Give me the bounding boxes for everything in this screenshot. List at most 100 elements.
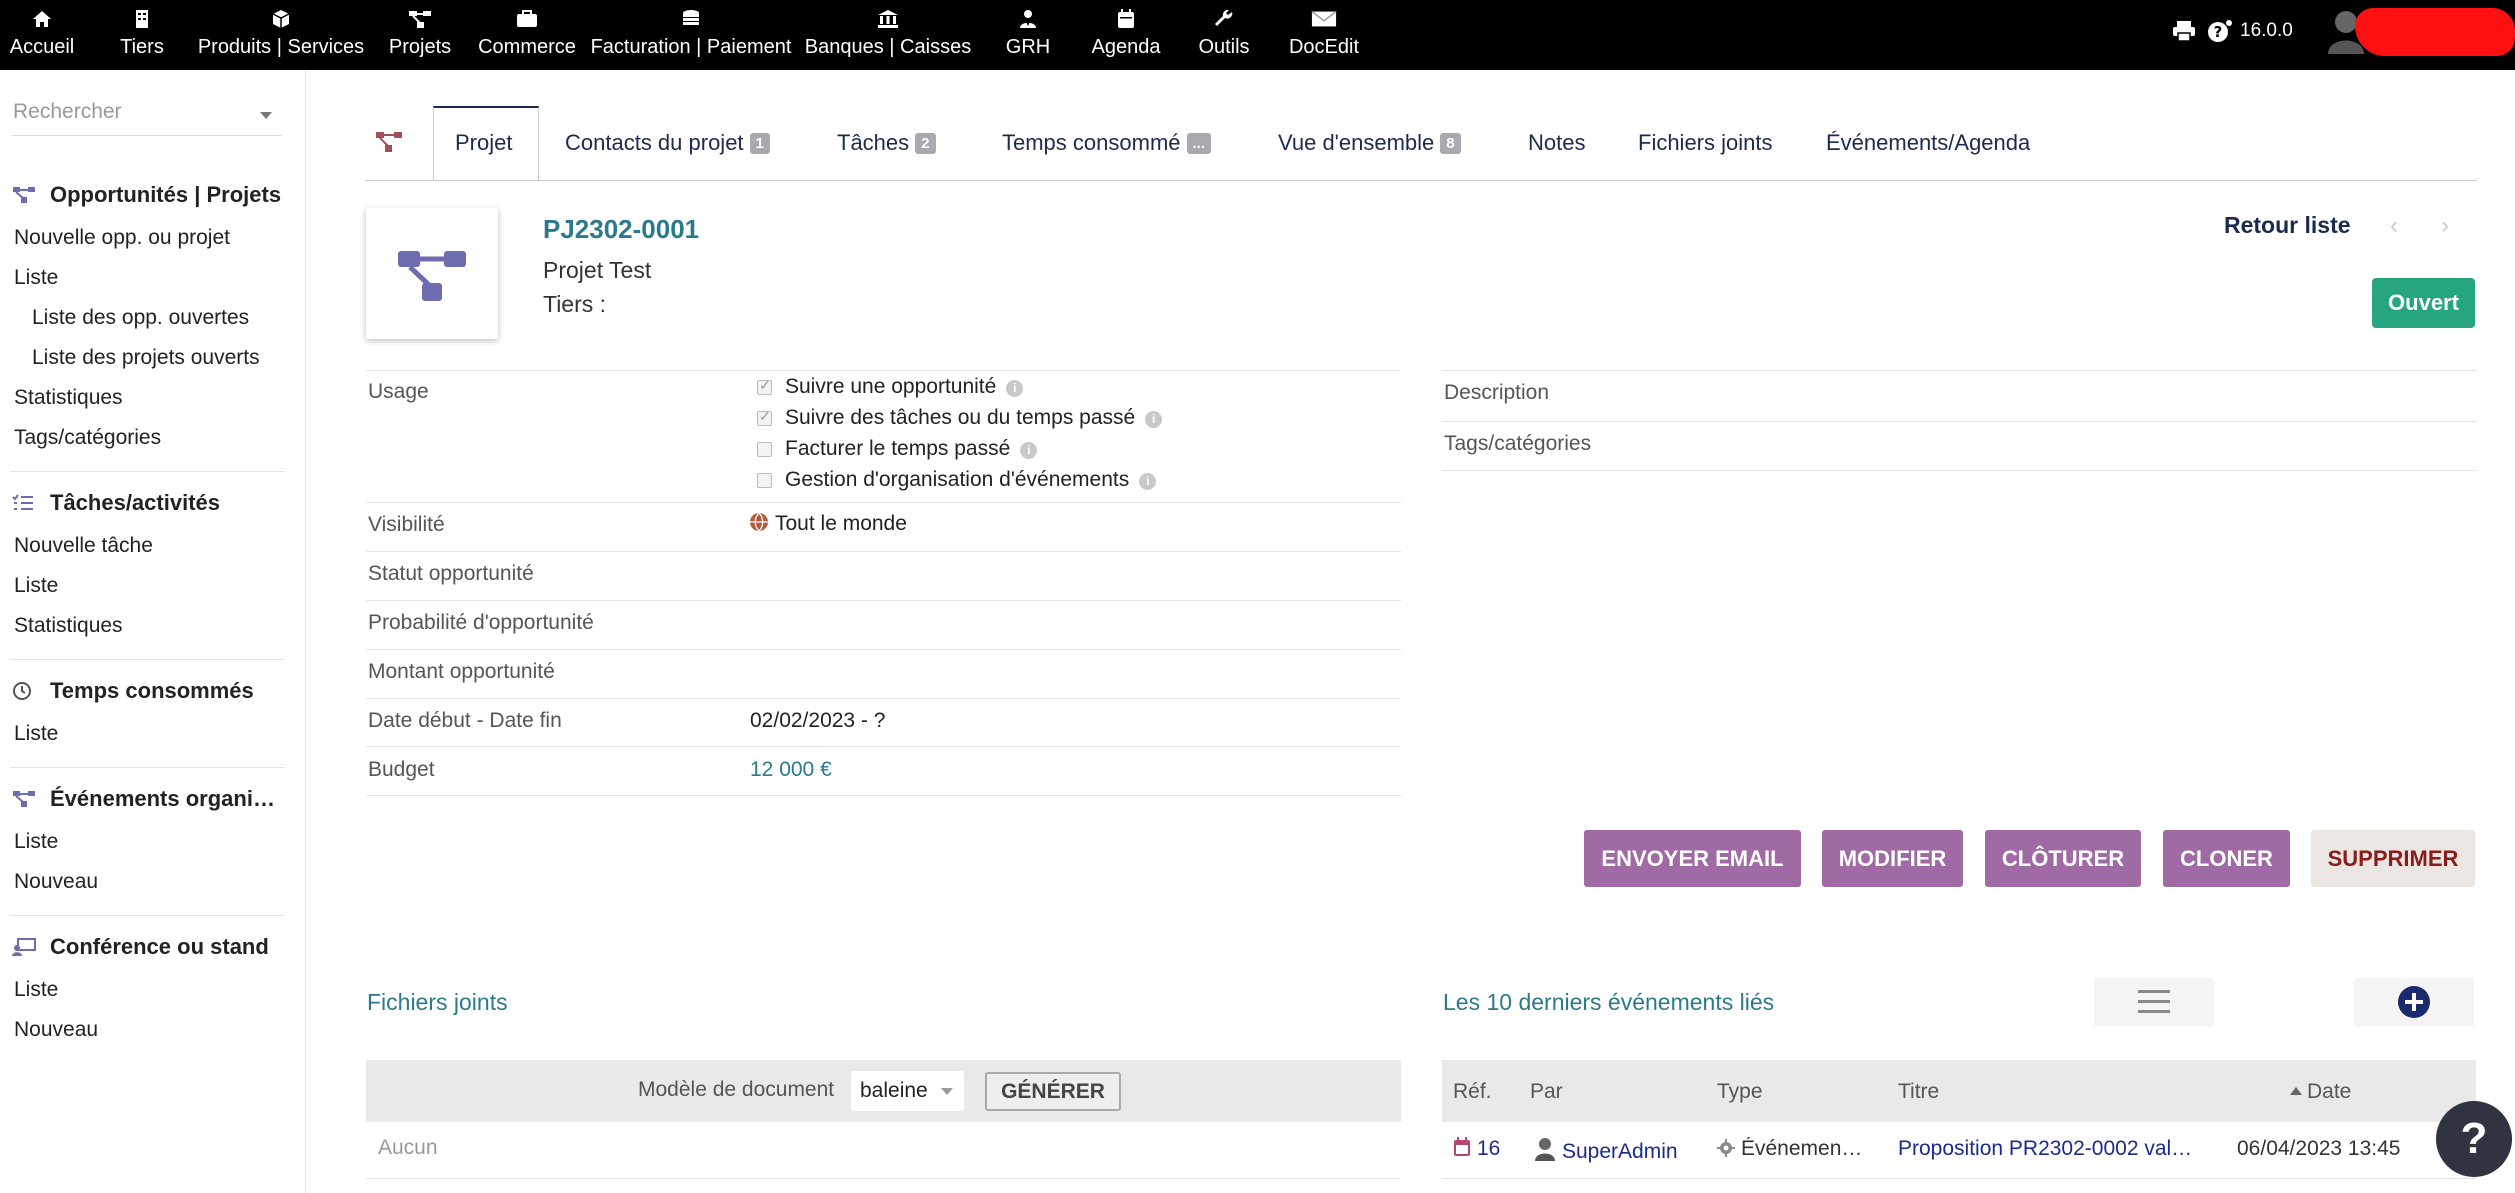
field-value-visibility: Tout le monde <box>749 512 907 538</box>
event-type-text: Événemen… <box>1741 1137 1863 1160</box>
sidebar-item-open-projects[interactable]: Liste des projets ouverts <box>32 346 260 370</box>
topmenu-label: Agenda <box>1091 36 1161 58</box>
topmenu-billing[interactable]: Facturation | Paiement <box>591 0 791 70</box>
search-input[interactable]: Rechercher <box>12 100 282 136</box>
tab-events[interactable]: Événements/Agenda <box>1826 130 2030 156</box>
tab-badge: 8 <box>1440 133 1461 154</box>
left-sidebar: Rechercher Opportunités | Projets Nouvel… <box>0 70 306 1193</box>
topmenu-home[interactable]: Accueil <box>8 0 76 70</box>
topmenu-agenda[interactable]: Agenda <box>1087 0 1165 70</box>
col-header-by[interactable]: Par <box>1530 1080 1563 1104</box>
usage-checkbox-opportunity[interactable] <box>757 377 772 395</box>
event-author-link[interactable]: SuperAdmin <box>1534 1137 1678 1167</box>
delete-button[interactable]: SUPPRIMER <box>2311 830 2475 887</box>
event-title-link[interactable]: Proposition PR2302-0002 val… <box>1898 1137 2214 1161</box>
info-icon: i <box>1020 442 1038 459</box>
field-label-opp-amount: Montant opportunité <box>368 660 555 683</box>
field-label-visibility: Visibilité <box>368 513 445 536</box>
globe-icon <box>749 512 769 538</box>
chevron-down-icon <box>941 1088 953 1095</box>
sidebar-item-tags[interactable]: Tags/catégories <box>14 426 161 450</box>
tab-time[interactable]: Temps consommé... <box>1002 130 1212 156</box>
usage-option-label: Suivre des tâches ou du temps passé i <box>785 406 1163 430</box>
sidebar-divider <box>10 915 285 916</box>
sidebar-item-events-new[interactable]: Nouveau <box>14 870 98 894</box>
model-select[interactable]: baleine <box>851 1071 964 1111</box>
tasks-icon <box>12 492 38 514</box>
clone-button[interactable]: CLONER <box>2163 830 2290 887</box>
tab-files[interactable]: Fichiers joints <box>1638 130 1772 156</box>
sidebar-item-events-list[interactable]: Liste <box>14 830 58 854</box>
sidebar-item-new-task[interactable]: Nouvelle tâche <box>14 534 153 558</box>
close-project-button[interactable]: CLÔTURER <box>1985 830 2141 887</box>
topmenu-tools[interactable]: Outils <box>1194 0 1254 70</box>
print-icon[interactable] <box>2172 20 2196 47</box>
topmenu-label: Banques | Caisses <box>804 36 972 58</box>
usage-option-label: Suivre une opportunité i <box>785 375 1024 399</box>
col-header-type[interactable]: Type <box>1717 1080 1763 1104</box>
topmenu-products[interactable]: Produits | Services <box>198 0 364 70</box>
sidebar-item-open-opps[interactable]: Liste des opp. ouvertes <box>32 306 249 330</box>
field-label-usage: Usage <box>368 380 429 403</box>
modify-button[interactable]: MODIFIER <box>1822 830 1963 887</box>
tab-projet[interactable]: Projet <box>455 130 512 156</box>
info-icon: i <box>1006 380 1024 397</box>
usage-checkbox-tasks[interactable] <box>757 408 772 426</box>
sidebar-item-conf-list[interactable]: Liste <box>14 978 58 1002</box>
field-value-budget: 12 000 € <box>750 758 832 781</box>
topmenu-commerce[interactable]: Commerce <box>477 0 577 70</box>
tab-notes[interactable]: Notes <box>1528 130 1585 156</box>
visibility-text: Tout le monde <box>775 512 907 535</box>
sidebar-item-conf-new[interactable]: Nouveau <box>14 1018 98 1042</box>
back-to-list-link[interactable]: Retour liste <box>2224 212 2351 239</box>
sidebar-section-tasks[interactable]: Tâches/activités <box>12 490 220 516</box>
sidebar-item-new-project[interactable]: Nouvelle opp. ou projet <box>14 226 230 250</box>
list-view-button[interactable] <box>2094 978 2214 1026</box>
topmenu-banks[interactable]: Banques | Caisses <box>805 0 971 70</box>
generate-button[interactable]: GÉNÉRER <box>985 1072 1121 1111</box>
event-date: 06/04/2023 13:45 <box>2237 1137 2401 1160</box>
sidebar-item-time-list[interactable]: Liste <box>14 722 58 746</box>
top-navbar: Accueil Tiers Produits | Services Projet… <box>0 0 2515 70</box>
sidebar-item-stats[interactable]: Statistiques <box>14 386 123 410</box>
user-name-redacted[interactable] <box>2355 8 2515 56</box>
prev-record-icon[interactable]: ‹ <box>2390 212 2398 240</box>
col-header-title[interactable]: Titre <box>1898 1080 1939 1104</box>
sidebar-section-projects[interactable]: Opportunités | Projets <box>12 182 281 208</box>
sidebar-section-events[interactable]: Événements organi… <box>12 786 275 812</box>
conference-icon <box>12 936 38 958</box>
topmenu-grh[interactable]: GRH <box>1000 0 1056 70</box>
tab-tasks[interactable]: Tâches 2 <box>837 130 936 156</box>
field-value-dates: 02/02/2023 - ? <box>750 709 886 732</box>
topmenu-label: Commerce <box>478 36 576 58</box>
usage-checkbox-events[interactable] <box>757 473 772 488</box>
sidebar-section-time[interactable]: Temps consommés <box>12 678 254 704</box>
row-divider <box>366 551 1401 552</box>
topmenu-label: Accueil <box>9 36 75 58</box>
col-header-ref[interactable]: Réf. <box>1453 1080 1492 1104</box>
col-header-date[interactable]: Date <box>2290 1080 2351 1104</box>
sidebar-section-conference[interactable]: Conférence ou stand <box>12 934 269 960</box>
floating-help-button[interactable]: ? <box>2436 1101 2512 1177</box>
send-email-button[interactable]: ENVOYER EMAIL <box>1584 830 1801 887</box>
topmenu-projects[interactable]: Projets <box>386 0 454 70</box>
topmenu-label: Tiers <box>120 36 164 58</box>
project-ref: PJ2302-0001 <box>543 214 700 244</box>
tab-label: Projet <box>455 130 513 155</box>
topmenu-docedit[interactable]: DocEdit <box>1286 0 1362 70</box>
tab-overview[interactable]: Vue d'ensemble 8 <box>1278 130 1461 156</box>
info-icon: i <box>1139 473 1157 490</box>
project-tiers: Tiers : <box>543 291 607 317</box>
tab-contacts[interactable]: Contacts du projet 1 <box>565 130 770 156</box>
sidebar-item-task-stats[interactable]: Statistiques <box>14 614 123 638</box>
add-event-button[interactable] <box>2354 978 2474 1026</box>
clock-icon <box>12 680 38 702</box>
sidebar-item-task-list[interactable]: Liste <box>14 574 58 598</box>
help-icon[interactable]: ? <box>2207 19 2233 48</box>
next-record-icon[interactable]: › <box>2441 212 2449 240</box>
event-ref-link[interactable]: 16 <box>1453 1137 1500 1163</box>
topmenu-tiers[interactable]: Tiers <box>114 0 170 70</box>
sidebar-item-list[interactable]: Liste <box>14 266 58 290</box>
model-label: Modèle de document <box>638 1078 835 1101</box>
usage-checkbox-bill-time[interactable] <box>757 442 772 457</box>
